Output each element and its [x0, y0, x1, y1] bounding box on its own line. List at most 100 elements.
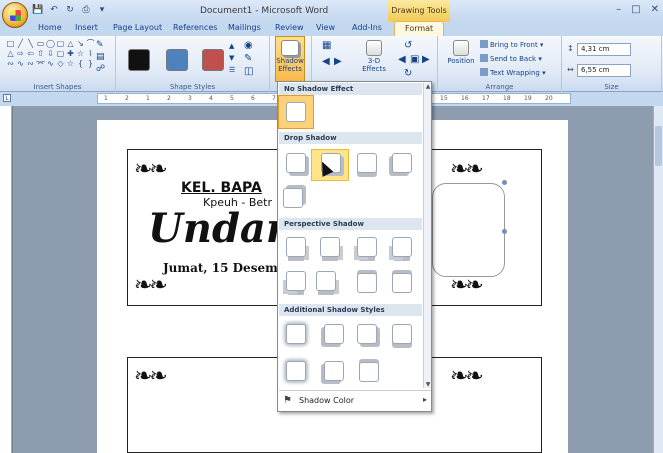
resize-handle[interactable]: [502, 229, 507, 234]
tilt-down-icon[interactable]: ↻: [404, 68, 412, 79]
text-wrapping-button[interactable]: Text Wrapping ▾: [480, 68, 546, 77]
arc-shape-icon[interactable]: ⌤: [36, 59, 45, 68]
scroll-down-icon[interactable]: ▼: [424, 381, 431, 388]
tab-format[interactable]: Format: [394, 21, 445, 36]
brace-shape-icon[interactable]: }: [86, 59, 95, 68]
position-button[interactable]: Position: [446, 40, 476, 65]
curve-shape-icon[interactable]: ∾: [26, 59, 35, 68]
arrow-shape-icon[interactable]: ↘: [76, 39, 85, 48]
black-style-swatch[interactable]: [128, 49, 150, 71]
arrow-left-shape-icon[interactable]: ⇦: [26, 49, 35, 58]
line-shape-icon[interactable]: ╲: [26, 39, 35, 48]
shadow-option-additional-5[interactable]: [286, 361, 306, 381]
threed-effects-button[interactable]: 3-D Effects: [360, 40, 388, 73]
arrow-up-shape-icon[interactable]: ⇧: [36, 49, 45, 58]
plus-shape-icon[interactable]: ✚: [66, 49, 75, 58]
rectangle-shape-icon[interactable]: □: [6, 39, 15, 48]
tab-view[interactable]: View: [316, 23, 335, 32]
gallery-more-icon[interactable]: ☰: [229, 66, 235, 74]
text-box-icon[interactable]: ▤: [96, 52, 105, 62]
edit-shape-icon[interactable]: ✎: [96, 40, 104, 50]
resize-handle[interactable]: [502, 180, 507, 185]
tilt-left-icon[interactable]: ◀: [398, 54, 406, 65]
tilt-right-icon[interactable]: ▶: [422, 54, 430, 65]
shadow-option-additional-2[interactable]: [324, 324, 344, 344]
tilt-up-icon[interactable]: ↺: [404, 40, 412, 51]
blue-style-swatch[interactable]: [166, 49, 188, 71]
gallery-up-icon[interactable]: ▲: [229, 42, 234, 50]
dropdown-scrollbar[interactable]: ▲ ▼: [423, 83, 431, 388]
shadow-option-additional-4[interactable]: [392, 324, 412, 344]
vertical-ruler[interactable]: [0, 106, 12, 453]
vertical-scrollbar[interactable]: [653, 106, 663, 453]
shadow-option-drop-3[interactable]: [357, 153, 377, 173]
star-shape-icon[interactable]: ☆: [76, 49, 85, 58]
redo-icon[interactable]: ↻: [64, 4, 76, 16]
tab-add-ins[interactable]: Add-Ins: [352, 23, 382, 32]
arrow-down-shape-icon[interactable]: ⇩: [46, 49, 55, 58]
shadow-option-perspective-4[interactable]: [392, 237, 412, 257]
bring-to-front-button[interactable]: Bring to Front ▾: [480, 40, 543, 49]
shadow-option-additional-7[interactable]: [359, 362, 379, 382]
line-shape-icon[interactable]: ⌇: [86, 49, 95, 58]
height-field[interactable]: 4,31 cm: [577, 43, 631, 56]
shadow-option-perspective-1[interactable]: [286, 237, 306, 257]
close-icon[interactable]: ✕: [651, 4, 659, 15]
rectangle-shape-icon[interactable]: ▢: [56, 39, 65, 48]
shadow-effects-button[interactable]: Shadow Effects: [275, 36, 305, 82]
shadow-option-drop-5[interactable]: [283, 188, 303, 208]
nudge-shadow-left-icon[interactable]: ◀: [322, 56, 330, 67]
red-style-swatch[interactable]: [202, 49, 224, 71]
minimize-icon[interactable]: –: [616, 4, 621, 15]
shadow-option-additional-1[interactable]: [286, 324, 306, 344]
send-to-back-button[interactable]: Send to Back ▾: [480, 54, 542, 63]
shadow-option-perspective-6[interactable]: [316, 271, 336, 291]
change-shape-icon[interactable]: ◫: [244, 66, 253, 77]
triangle-shape-icon[interactable]: △: [66, 39, 75, 48]
tab-mailings[interactable]: Mailings: [228, 23, 261, 32]
shadow-color-menu-item[interactable]: ⚑ Shadow Color ▸: [279, 390, 431, 410]
save-icon[interactable]: 💾: [32, 4, 44, 16]
shadow-option-drop-1[interactable]: [286, 153, 306, 173]
shadow-option-additional-3[interactable]: [357, 324, 377, 344]
tab-insert[interactable]: Insert: [75, 23, 98, 32]
selected-rounded-textbox[interactable]: [432, 183, 505, 277]
customize-qat-icon[interactable]: ▾: [96, 4, 108, 16]
rectangle-shape-icon[interactable]: ▭: [36, 39, 45, 48]
gallery-down-icon[interactable]: ▼: [229, 54, 234, 62]
freeform-shape-icon[interactable]: ∿: [46, 59, 55, 68]
tab-review[interactable]: Review: [275, 23, 304, 32]
undo-icon[interactable]: ↶: [48, 4, 60, 16]
line-shape-icon[interactable]: ╱: [16, 39, 25, 48]
callout-shape-icon[interactable]: ▢: [56, 49, 65, 58]
shadow-option-additional-6[interactable]: [324, 361, 344, 381]
tab-references[interactable]: References: [173, 23, 217, 32]
scroll-thumb[interactable]: [655, 126, 662, 166]
curve-shape-icon[interactable]: ∾: [6, 59, 15, 68]
shape-fill-icon[interactable]: ◉: [244, 40, 253, 51]
shadow-option-none[interactable]: [286, 102, 306, 122]
shadow-option-perspective-3[interactable]: [357, 237, 377, 257]
shadow-option-perspective-2[interactable]: [320, 237, 340, 257]
shadow-option-perspective-8[interactable]: [392, 273, 412, 293]
shadow-option-drop-4[interactable]: [392, 153, 412, 173]
tab-selector-icon[interactable]: L: [3, 94, 11, 102]
threed-toggle-icon[interactable]: ▣: [410, 54, 419, 65]
width-field[interactable]: 6,55 cm: [577, 64, 631, 77]
star-shape-icon[interactable]: ☆: [66, 59, 75, 68]
link-icon[interactable]: ☍: [96, 64, 105, 74]
bracket-shape-icon[interactable]: ⌒: [86, 39, 95, 48]
maximize-icon[interactable]: □: [631, 4, 640, 15]
triangle-shape-icon[interactable]: △: [6, 49, 15, 58]
oval-shape-icon[interactable]: ◯: [46, 39, 55, 48]
shadow-option-perspective-7[interactable]: [357, 273, 377, 293]
office-button[interactable]: [2, 2, 28, 28]
scroll-up-icon[interactable]: ▲: [424, 83, 431, 90]
diamond-shape-icon[interactable]: ◇: [56, 59, 65, 68]
print-icon[interactable]: ⎙: [80, 4, 92, 16]
shadow-option-perspective-5[interactable]: [286, 271, 306, 291]
nudge-shadow-right-icon[interactable]: ▶: [334, 56, 342, 67]
arrow-right-shape-icon[interactable]: ⇨: [16, 49, 25, 58]
curve-shape-icon[interactable]: ∿: [16, 59, 25, 68]
nudge-shadow-icon[interactable]: ▦: [322, 40, 331, 51]
